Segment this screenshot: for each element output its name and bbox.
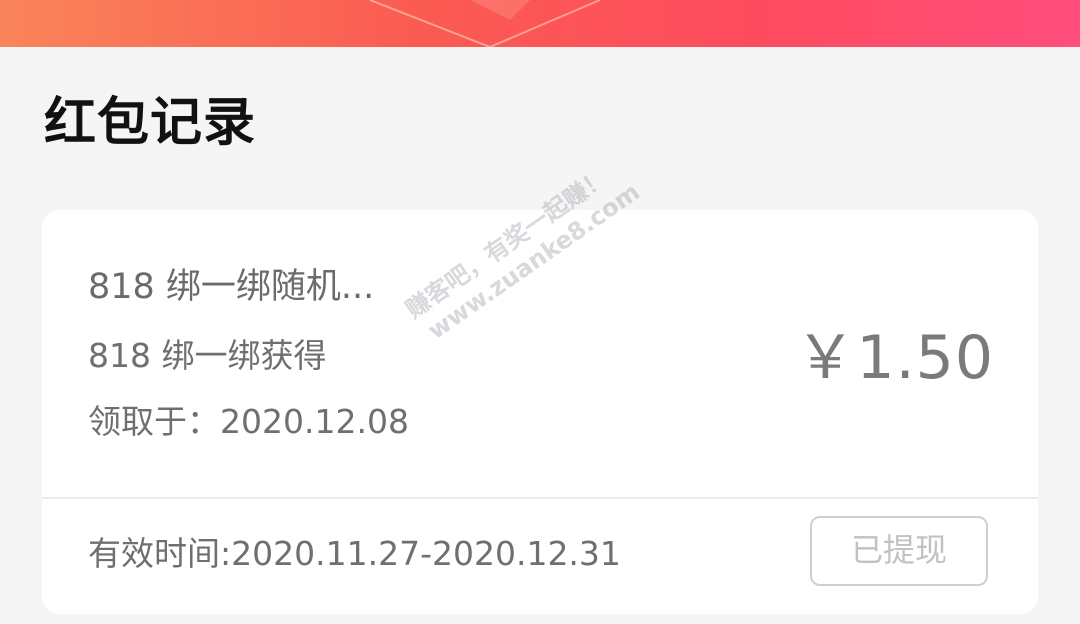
page-title: 红包记录 (44, 93, 257, 153)
withdrawn-status-button[interactable]: 已提现 (810, 516, 988, 586)
record-name: 818 绑一绑随机... (88, 267, 375, 307)
redpacket-record-card[interactable]: 818 绑一绑随机... 818 绑一绑获得 领取于：2020.12.08 ￥1… (42, 210, 1038, 614)
card-divider (42, 497, 1038, 499)
header-banner (0, 0, 1080, 47)
record-validity: 有效时间:2020.11.27-2020.12.31 (88, 534, 621, 573)
record-source: 818 绑一绑获得 (88, 336, 327, 375)
record-amount: ￥1.50 (795, 323, 994, 393)
record-received-date: 领取于：2020.12.08 (88, 402, 409, 441)
record-details: 818 绑一绑随机... 818 绑一绑获得 领取于：2020.12.08 ￥1… (42, 210, 1038, 498)
banner-decoration (369, 0, 601, 47)
